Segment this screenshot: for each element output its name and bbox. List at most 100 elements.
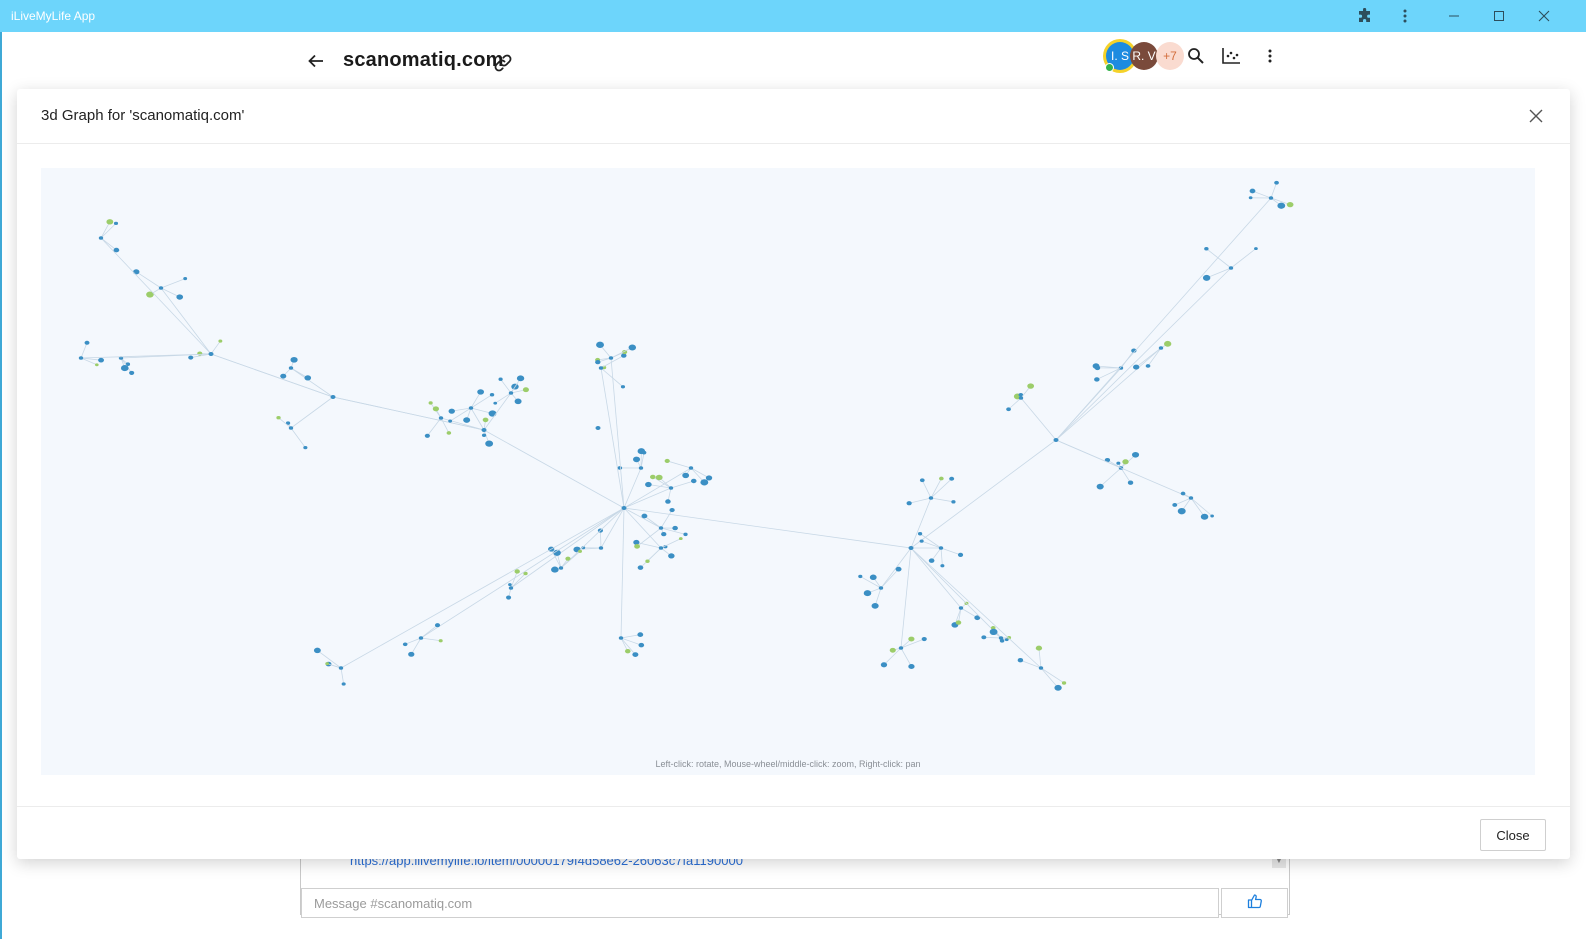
graph-node[interactable] xyxy=(908,636,915,642)
graph-node[interactable] xyxy=(303,446,308,450)
graph-node[interactable] xyxy=(919,478,925,483)
window-close-icon[interactable] xyxy=(1534,6,1554,26)
graph-node[interactable] xyxy=(1127,480,1134,485)
avatar-more[interactable]: +7 xyxy=(1156,42,1184,70)
graph-node[interactable] xyxy=(489,392,495,397)
graph-node[interactable] xyxy=(633,456,641,463)
graph-node[interactable] xyxy=(1133,364,1140,370)
graph-node[interactable] xyxy=(981,635,987,640)
graph-node[interactable] xyxy=(106,219,114,225)
graph-node[interactable] xyxy=(618,636,624,640)
graph-node[interactable] xyxy=(120,365,129,372)
search-icon[interactable] xyxy=(1184,44,1208,68)
graph-node[interactable] xyxy=(906,501,912,506)
graph-node[interactable] xyxy=(508,391,514,395)
graph-node[interactable] xyxy=(498,377,503,381)
graph-node[interactable] xyxy=(628,344,637,351)
graph-node[interactable] xyxy=(668,553,675,559)
graph-node[interactable] xyxy=(621,353,627,358)
graph-node[interactable] xyxy=(188,355,194,360)
graph-node[interactable] xyxy=(951,500,956,504)
graph-node[interactable] xyxy=(898,646,904,650)
graph-node[interactable] xyxy=(617,466,623,470)
graph-node[interactable] xyxy=(402,642,408,647)
link-icon[interactable] xyxy=(492,52,514,74)
more-vertical-icon[interactable] xyxy=(1258,44,1282,68)
graph-node[interactable] xyxy=(508,586,514,590)
graph-node[interactable] xyxy=(313,647,321,654)
graph-node[interactable] xyxy=(438,639,443,643)
graph-node[interactable] xyxy=(1018,396,1024,400)
graph-node[interactable] xyxy=(895,566,902,572)
graph-node[interactable] xyxy=(938,546,944,550)
graph-node[interactable] xyxy=(1202,274,1211,281)
graph-node[interactable] xyxy=(493,401,498,405)
graph-node[interactable] xyxy=(661,531,667,537)
graph-node[interactable] xyxy=(1204,246,1209,251)
graph-node[interactable] xyxy=(438,416,444,420)
graph-node[interactable] xyxy=(522,387,529,393)
graph-node[interactable] xyxy=(595,426,601,430)
graph-node[interactable] xyxy=(949,476,955,481)
graph-node[interactable] xyxy=(658,546,664,550)
graph-node[interactable] xyxy=(637,448,646,455)
graph-node[interactable] xyxy=(665,499,671,504)
graph-node[interactable] xyxy=(1172,503,1178,507)
graph-node[interactable] xyxy=(683,532,688,537)
graph-node[interactable] xyxy=(434,623,441,628)
graph-node[interactable] xyxy=(598,546,604,550)
graph-node[interactable] xyxy=(133,269,140,275)
graph-node[interactable] xyxy=(637,632,644,637)
graph-node[interactable] xyxy=(919,539,924,543)
graph-node[interactable] xyxy=(632,652,639,657)
graph-node[interactable] xyxy=(1254,247,1258,251)
graph-node[interactable] xyxy=(446,431,452,435)
graph-node[interactable] xyxy=(578,549,583,553)
graph-node[interactable] xyxy=(939,476,944,481)
graph-node[interactable] xyxy=(869,574,877,580)
graph-node[interactable] xyxy=(468,406,474,410)
extension-icon[interactable] xyxy=(1355,6,1375,26)
graph-node[interactable] xyxy=(1274,180,1279,185)
graph-node[interactable] xyxy=(669,507,675,513)
graph-node[interactable] xyxy=(129,370,135,375)
graph-node[interactable] xyxy=(998,636,1004,640)
graph-node[interactable] xyxy=(98,236,104,240)
graph-node[interactable] xyxy=(908,663,915,669)
graph-node[interactable] xyxy=(1035,645,1043,651)
graph-node[interactable] xyxy=(634,544,641,549)
graph-node[interactable] xyxy=(641,513,648,519)
graph-node[interactable] xyxy=(921,636,927,642)
graph-node[interactable] xyxy=(608,356,614,360)
graph-node[interactable] xyxy=(596,341,605,348)
graph-node[interactable] xyxy=(330,395,336,399)
graph-node[interactable] xyxy=(288,426,294,430)
graph-node[interactable] xyxy=(516,375,525,382)
maximize-icon[interactable] xyxy=(1489,6,1509,26)
graph-node[interactable] xyxy=(690,478,697,484)
graph-node[interactable] xyxy=(424,433,430,438)
graph-node[interactable] xyxy=(448,419,453,423)
graph-node[interactable] xyxy=(989,628,998,636)
graph-node[interactable] xyxy=(700,479,709,486)
graph-node[interactable] xyxy=(880,662,888,668)
graph-node[interactable] xyxy=(113,221,119,226)
graph-node[interactable] xyxy=(705,475,713,481)
graph-node[interactable] xyxy=(955,620,962,625)
graph-node[interactable] xyxy=(621,506,627,510)
graph-node[interactable] xyxy=(1094,377,1100,382)
graph-node[interactable] xyxy=(928,496,934,500)
graph-node[interactable] xyxy=(183,277,188,281)
graph-node[interactable] xyxy=(1038,666,1044,670)
graph-node[interactable] xyxy=(645,481,652,488)
graph-node[interactable] xyxy=(1096,483,1104,490)
close-icon[interactable] xyxy=(1524,104,1548,128)
graph-node[interactable] xyxy=(928,558,935,563)
graph-node[interactable] xyxy=(288,366,294,370)
graph-node[interactable] xyxy=(558,566,564,570)
graph-node[interactable] xyxy=(325,662,330,666)
graph-node[interactable] xyxy=(678,537,683,541)
graph-node[interactable] xyxy=(508,583,512,587)
graph-node[interactable] xyxy=(1188,496,1194,500)
graph-node[interactable] xyxy=(506,595,512,600)
